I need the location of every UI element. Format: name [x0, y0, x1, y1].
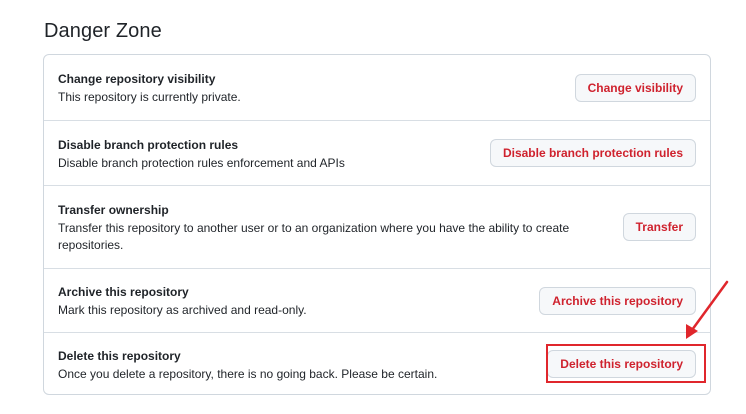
row-description: Once you delete a repository, there is n…: [58, 367, 438, 381]
transfer-button[interactable]: Transfer: [622, 213, 696, 241]
row-heading: Change repository visibility: [58, 72, 216, 86]
row-heading: Disable branch protection rules: [58, 138, 239, 152]
danger-zone-title: Danger Zone: [44, 20, 162, 42]
row-heading: Transfer ownership: [58, 203, 169, 217]
archive-repository-row: Archive this repository Mark this reposi…: [44, 268, 710, 332]
row-heading: Archive this repository: [58, 285, 189, 299]
disable-branch-protection-button[interactable]: Disable branch protection rules: [489, 139, 696, 167]
transfer-ownership-row: Transfer ownership Transfer this reposit…: [44, 185, 710, 268]
change-visibility-row: Change repository visibility This reposi…: [44, 55, 710, 120]
danger-zone-panel: Change repository visibility This reposi…: [43, 54, 711, 395]
delete-repository-button[interactable]: Delete this repository: [547, 350, 696, 378]
disable-branch-protection-row: Disable branch protection rules Disable …: [44, 120, 710, 185]
change-visibility-button[interactable]: Change visibility: [574, 74, 696, 102]
row-description: Transfer this repository to another user…: [58, 221, 570, 252]
row-description: Disable branch protection rules enforcem…: [58, 156, 345, 170]
row-heading: Delete this repository: [58, 349, 181, 363]
row-description: Mark this repository as archived and rea…: [58, 303, 307, 317]
delete-repository-row: Delete this repository Once you delete a…: [44, 332, 710, 394]
archive-repository-button[interactable]: Archive this repository: [539, 287, 696, 315]
row-description: This repository is currently private.: [58, 90, 241, 104]
